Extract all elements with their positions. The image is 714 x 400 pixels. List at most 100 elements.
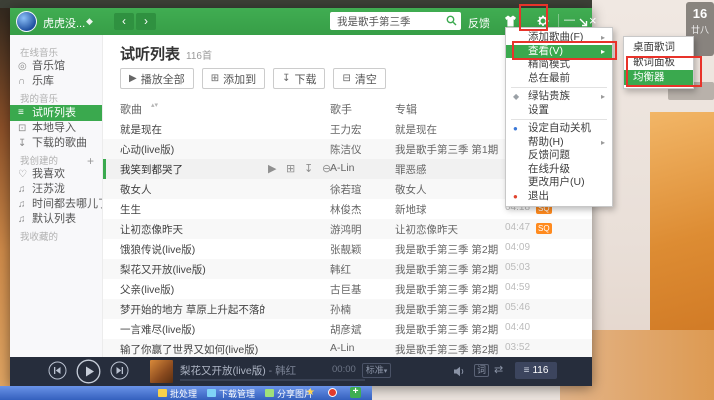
feedback-link[interactable]: 反馈	[468, 15, 490, 31]
song-album[interactable]: 新地球	[395, 202, 503, 217]
sidebar-item[interactable]: ⊡本地导入	[10, 121, 102, 136]
menu-item[interactable]	[511, 119, 607, 120]
play-button[interactable]	[76, 359, 101, 389]
table-row[interactable]: 父亲(live版) 古巨基 我是歌手第三季 第2期 04:59	[103, 279, 592, 299]
song-artist[interactable]: A-Lin	[330, 162, 390, 174]
song-album[interactable]: 我是歌手第三季 第2期	[395, 302, 503, 317]
table-row[interactable]: 梨花又开放(live版) 韩红 我是歌手第三季 第2期 05:03	[103, 259, 592, 279]
song-album[interactable]: 我是歌手第三季 第2期	[395, 342, 503, 357]
sidebar-item[interactable]: 我的音乐	[10, 89, 102, 105]
song-title[interactable]: 一言难尽(live版)	[120, 322, 265, 337]
album-art-thumbnail[interactable]	[150, 360, 173, 383]
song-artist[interactable]: 王力宏	[330, 122, 390, 137]
song-title[interactable]: 生生	[120, 202, 265, 217]
submenu-item[interactable]: 桌面歌词	[624, 40, 693, 55]
table-row[interactable]: 让初恋像昨天 游鸿明 让初恋像昨天 04:47 SQ	[103, 219, 592, 239]
forward-button[interactable]: ›	[136, 13, 156, 30]
sidebar-item[interactable]: ♫默认列表	[10, 212, 102, 227]
sidebar-item[interactable]: ♫时间都去哪儿了	[10, 197, 102, 212]
table-row[interactable]: 梦开始的地方 草原上升起不落的太阳(live版) 孙楠 我是歌手第三季 第2期 …	[103, 299, 592, 319]
search-icon[interactable]	[446, 15, 457, 26]
toolbar-button[interactable]: ⊞添加到	[202, 68, 265, 89]
song-artist[interactable]: 陈洁仪	[330, 142, 390, 157]
sidebar-item[interactable]: 我创建的+	[10, 151, 102, 167]
column-header-song[interactable]: 歌曲	[120, 101, 142, 117]
menu-item[interactable]: ◆绿钻贵族▸	[506, 90, 612, 104]
song-artist[interactable]: 胡彦斌	[330, 322, 390, 337]
sidebar-item[interactable]: ♡我喜欢	[10, 167, 102, 182]
sidebar-item[interactable]: ◎音乐馆	[10, 59, 102, 74]
taskbar-item[interactable]: 下载管理	[207, 387, 255, 400]
song-title[interactable]: 梨花又开放(live版)	[120, 262, 265, 277]
toolbar-button[interactable]: ▶播放全部	[120, 68, 194, 89]
song-title[interactable]: 心动(live版)	[120, 142, 265, 157]
song-title[interactable]: 敬女人	[120, 182, 265, 197]
song-artist[interactable]: A-Lin	[330, 342, 390, 354]
song-album[interactable]: 我是歌手第三季 第1期	[395, 142, 503, 157]
minimize-button[interactable]: —	[564, 14, 575, 26]
song-artist[interactable]: 林俊杰	[330, 202, 390, 217]
star-icon[interactable]: ★	[306, 387, 315, 398]
song-title[interactable]: 我笑到都哭了	[120, 162, 265, 177]
song-artist[interactable]: 游鸿明	[330, 222, 390, 237]
row-play-icon[interactable]: ▶	[268, 162, 276, 175]
sidebar-item[interactable]: ↧下载的歌曲	[10, 136, 102, 151]
quality-selector[interactable]: 标准▾	[362, 363, 391, 378]
sidebar-item[interactable]: 在线音乐	[10, 43, 102, 59]
menu-item[interactable]	[511, 87, 607, 88]
progress-bar[interactable]	[180, 379, 365, 381]
toolbar-button[interactable]: ↧下载	[273, 68, 325, 89]
add-playlist-button[interactable]: +	[87, 155, 94, 167]
sort-icon[interactable]: ▴▾	[151, 102, 158, 109]
song-title[interactable]: 就是现在	[120, 122, 265, 137]
next-track-button[interactable]	[110, 361, 129, 385]
plus-icon[interactable]: +	[350, 387, 361, 398]
menu-item[interactable]: 更改用户(U)	[506, 176, 612, 190]
song-artist[interactable]: 韩红	[330, 262, 390, 277]
taskbar-item[interactable]: 批处理	[158, 387, 197, 400]
now-playing-artist[interactable]: 韩红	[275, 365, 296, 377]
song-album[interactable]: 敬女人	[395, 182, 503, 197]
menu-item[interactable]: 反馈问题	[506, 149, 612, 163]
app-logo-icon[interactable]	[16, 11, 37, 32]
song-album[interactable]: 就是现在	[395, 122, 503, 137]
toolbar-button[interactable]: ⊟清空	[333, 68, 385, 89]
song-title[interactable]: 输了你赢了世界又如何(live版)	[120, 342, 265, 357]
menu-item[interactable]: 总在最前	[506, 72, 612, 86]
column-header-album[interactable]: 专辑	[395, 101, 417, 117]
menu-item[interactable]: 帮助(H)▸	[506, 136, 612, 150]
song-album[interactable]: 罪恶感	[395, 162, 503, 177]
menu-item[interactable]: ●设定自动关机	[506, 122, 612, 136]
search-input[interactable]	[335, 13, 444, 30]
play-mode-icon[interactable]: ⇄	[494, 363, 503, 376]
menu-item[interactable]: 设置	[506, 104, 612, 118]
menu-item[interactable]: 精简模式	[506, 58, 612, 72]
song-title[interactable]: 梦开始的地方 草原上升起不落的太阳(live版)	[120, 302, 265, 317]
table-row[interactable]: 输了你赢了世界又如何(live版) A-Lin 我是歌手第三季 第2期 03:5…	[103, 339, 592, 357]
song-artist[interactable]: 张靓颖	[330, 242, 390, 257]
song-title[interactable]: 饿狼传说(live版)	[120, 242, 265, 257]
column-header-artist[interactable]: 歌手	[330, 101, 352, 117]
back-button[interactable]: ‹	[114, 13, 134, 30]
previous-track-button[interactable]	[48, 361, 67, 385]
menu-item[interactable]: ●退出	[506, 190, 612, 204]
row-download-icon[interactable]: ↧	[304, 162, 313, 175]
menu-item[interactable]: 在线升级	[506, 163, 612, 177]
table-row[interactable]: 一言难尽(live版) 胡彦斌 我是歌手第三季 第2期 04:40	[103, 319, 592, 339]
song-artist[interactable]: 孙楠	[330, 302, 390, 317]
song-artist[interactable]: 徐若瑄	[330, 182, 390, 197]
song-title[interactable]: 让初恋像昨天	[120, 222, 265, 237]
song-album[interactable]: 让初恋像昨天	[395, 222, 503, 237]
sidebar-item[interactable]: ♫汪苏泷	[10, 182, 102, 197]
sidebar-item[interactable]: 我收藏的	[10, 227, 102, 243]
search-box[interactable]	[330, 12, 461, 30]
username[interactable]: 虎虎没...	[43, 15, 85, 31]
lyrics-toggle-icon[interactable]: 词	[474, 364, 489, 377]
song-album[interactable]: 我是歌手第三季 第2期	[395, 282, 503, 297]
song-title[interactable]: 父亲(live版)	[120, 282, 265, 297]
browser-icon[interactable]	[328, 388, 337, 397]
playlist-toggle-button[interactable]: ≡116	[515, 362, 557, 379]
sidebar-item[interactable]: ∩乐库	[10, 74, 102, 89]
song-album[interactable]: 我是歌手第三季 第2期	[395, 262, 503, 277]
song-artist[interactable]: 古巨基	[330, 282, 390, 297]
